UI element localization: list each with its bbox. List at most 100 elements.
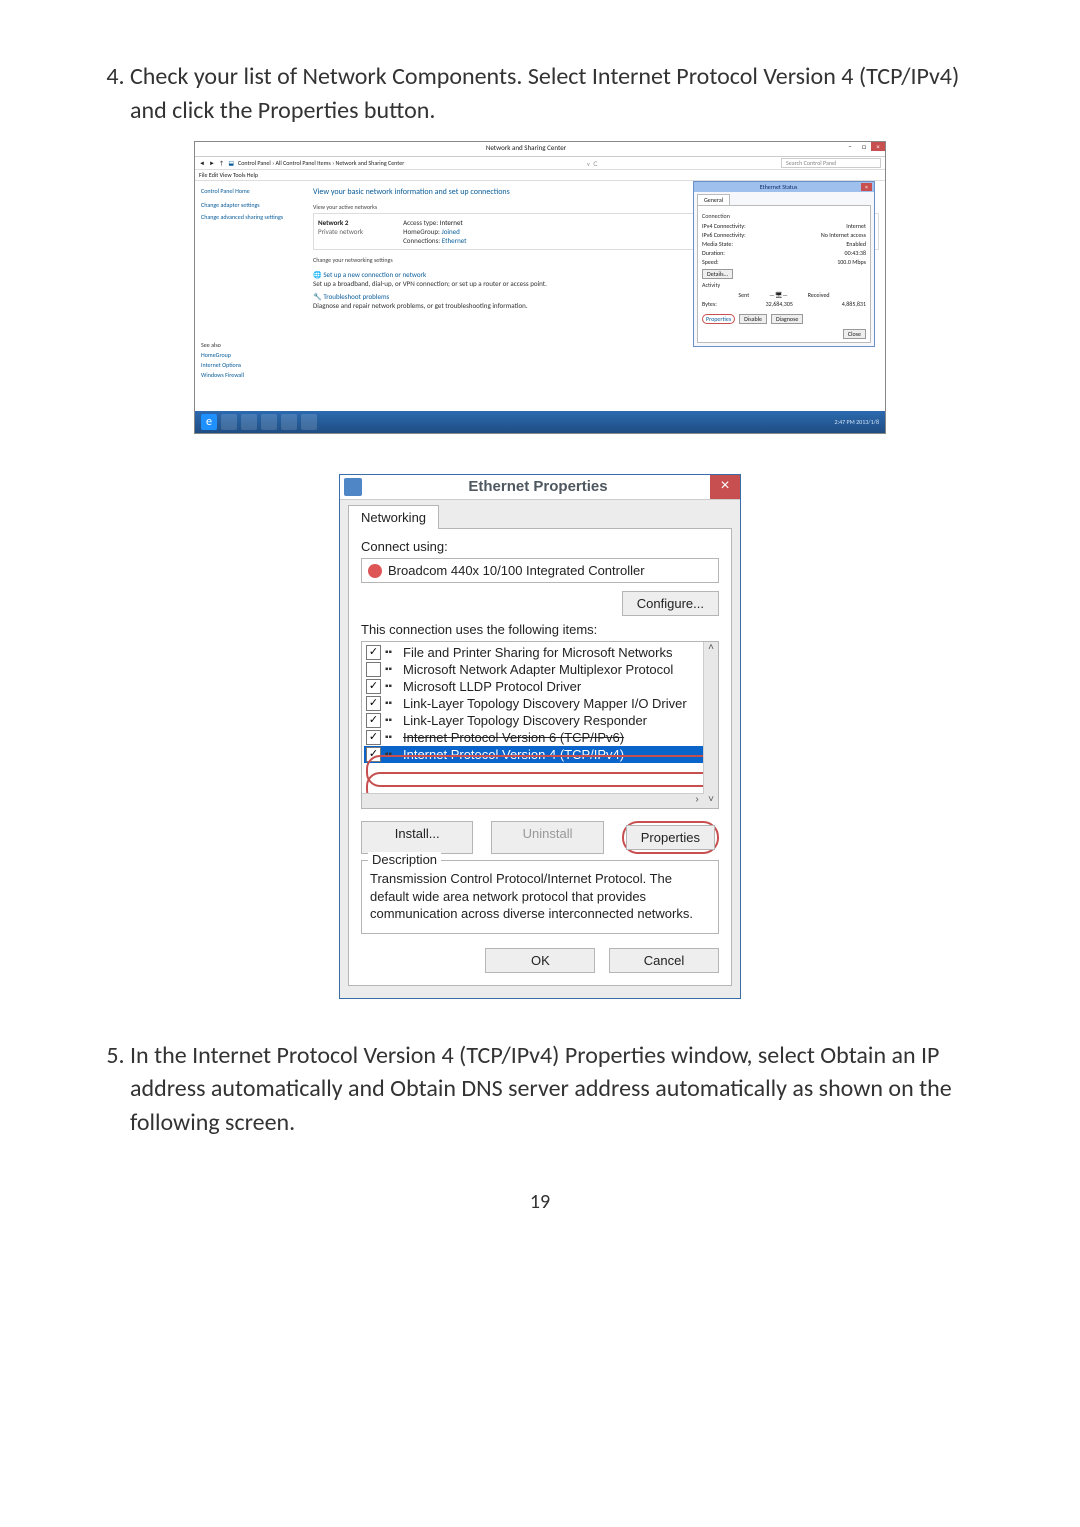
nav-fwd-icon[interactable]: ► xyxy=(209,159,215,167)
ethernet-status-dialog: Ethernet Status × General Connection IPv… xyxy=(693,181,875,347)
minimize-icon[interactable]: – xyxy=(843,142,857,151)
access-type-value: Internet xyxy=(440,218,463,227)
scrollbar-horizontal[interactable]: › xyxy=(362,793,704,808)
maximize-icon[interactable]: □ xyxy=(857,142,871,151)
sidebar-link[interactable]: Change advanced sharing settings xyxy=(201,213,301,221)
taskbar-item[interactable] xyxy=(281,414,297,430)
networking-tab[interactable]: Networking xyxy=(348,505,439,529)
scroll-up-icon[interactable]: ˄ xyxy=(704,642,718,656)
setup-connection-link[interactable]: Set up a new connection or network xyxy=(323,270,426,279)
taskbar-item[interactable] xyxy=(301,414,317,430)
see-also-link[interactable]: Windows Firewall xyxy=(201,371,301,379)
checkbox[interactable]: ✓ xyxy=(366,662,381,677)
close-icon[interactable]: × xyxy=(861,183,872,191)
properties-button[interactable]: Properties xyxy=(626,825,715,850)
troubleshoot-link[interactable]: Troubleshoot problems xyxy=(323,292,389,301)
window-controls[interactable]: –□× xyxy=(843,142,885,156)
list-item[interactable]: ✓▪▪Link-Layer Topology Discovery Mapper … xyxy=(364,695,716,712)
configure-button[interactable]: Configure... xyxy=(622,591,719,616)
troubleshoot-icon: 🔧 xyxy=(313,292,323,301)
list-item-label: Link-Layer Topology Discovery Responder xyxy=(403,713,647,728)
dialog-title: Ethernet Properties xyxy=(366,475,710,499)
ie-icon[interactable]: e xyxy=(201,414,217,430)
highlight-ring-properties: Properties xyxy=(622,821,719,854)
scroll-right-icon[interactable]: › xyxy=(690,794,704,805)
checkbox[interactable]: ✓ xyxy=(366,747,381,762)
status-row: Speed:100.0 Mbps xyxy=(702,258,866,266)
protocol-icon: ▪▪ xyxy=(385,715,399,726)
cancel-button[interactable]: Cancel xyxy=(609,948,719,973)
ok-button[interactable]: OK xyxy=(485,948,595,973)
taskbar-item[interactable] xyxy=(261,414,277,430)
list-item[interactable]: ✓▪▪File and Printer Sharing for Microsof… xyxy=(364,644,716,661)
sidebar: Control Panel Home Change adapter settin… xyxy=(195,181,307,411)
see-also-link[interactable]: HomeGroup xyxy=(201,351,301,359)
diagnose-button[interactable]: Diagnose xyxy=(771,314,803,324)
list-item[interactable]: ✓ ▪▪ Internet Protocol Version 6 (TCP/IPv6… xyxy=(364,729,716,746)
taskbar-item[interactable] xyxy=(241,414,257,430)
list-item[interactable]: ✓▪▪Internet Protocol Version 4 (TCP/IPv4… xyxy=(364,746,716,763)
adapter-icon xyxy=(368,564,382,578)
nav-back-icon[interactable]: ◄ xyxy=(199,159,205,167)
sidebar-link[interactable]: Change adapter settings xyxy=(201,201,301,209)
see-also-link[interactable]: Internet Options xyxy=(201,361,301,369)
activity-group-title: Activity xyxy=(702,281,866,289)
close-icon[interactable]: × xyxy=(710,475,740,499)
description-title: Description xyxy=(368,852,441,867)
sent-label: Sent xyxy=(738,291,749,299)
status-row: IPv4 Connectivity:Internet xyxy=(702,222,866,230)
taskbar-item[interactable] xyxy=(221,414,237,430)
list-item[interactable]: ✓▪▪Microsoft Network Adapter Multiplexor… xyxy=(364,661,716,678)
network-activity-icon: —🖥— xyxy=(769,291,787,299)
close-icon[interactable]: × xyxy=(871,142,885,151)
list-item-label: Internet Protocol Version 4 (TCP/IPv4) xyxy=(403,747,624,762)
description-text: Transmission Control Protocol/Internet P… xyxy=(362,870,718,933)
main-content: View your basic network information and … xyxy=(307,181,885,411)
bytes-label: Bytes: xyxy=(702,300,717,308)
properties-button[interactable]: Properties xyxy=(702,314,735,324)
status-row: Media State:Enabled xyxy=(702,240,866,248)
system-tray[interactable]: 2:47 PM 2013/1/8 xyxy=(834,418,879,426)
network-type: Private network xyxy=(318,227,363,236)
control-panel-home-link[interactable]: Control Panel Home xyxy=(201,187,301,195)
breadcrumb[interactable]: Control Panel › All Control Panel Items … xyxy=(238,159,404,167)
checkbox[interactable]: ✓ xyxy=(366,645,381,660)
menu-bar[interactable]: File Edit View Tools Help xyxy=(195,170,885,181)
ethernet-status-title: Ethernet Status xyxy=(696,183,861,191)
list-item[interactable]: ✓ ▪▪ Link-Layer Topology Discovery Respond… xyxy=(364,712,716,729)
checkbox[interactable]: ✓ xyxy=(366,679,381,694)
general-tab[interactable]: General xyxy=(697,194,730,205)
control-panel-window: Network and Sharing Center –□× ◄ ► ↑ ⬓ C… xyxy=(194,141,886,434)
status-row: IPv6 Connectivity:No Internet access xyxy=(702,231,866,239)
search-input[interactable]: Search Control Panel xyxy=(781,158,881,168)
received-label: Received xyxy=(808,291,830,299)
adapter-name: Broadcom 440x 10/100 Integrated Controll… xyxy=(388,563,645,578)
close-button[interactable]: Close xyxy=(843,329,866,339)
page-number: 19 xyxy=(90,1190,990,1214)
scrollbar-vertical[interactable]: ˄ ˅ xyxy=(703,642,718,808)
list-item-label: Microsoft Network Adapter Multiplexor Pr… xyxy=(403,662,673,677)
network-icon: 🌐 xyxy=(313,270,323,279)
titlebar: Network and Sharing Center –□× xyxy=(195,142,885,157)
adapter-field: Broadcom 440x 10/100 Integrated Controll… xyxy=(361,558,719,583)
install-button[interactable]: Install... xyxy=(361,821,473,854)
bytes-sent-value: 32,684,305 xyxy=(766,300,793,308)
list-item-label: Internet Protocol Version 6 (TCP/IPv6) xyxy=(403,730,624,745)
see-also-title: See also xyxy=(201,341,301,349)
bytes-received-value: 4,885,831 xyxy=(842,300,866,308)
details-button[interactable]: Details... xyxy=(702,269,733,279)
window-title: Network and Sharing Center xyxy=(209,142,843,156)
components-list[interactable]: ✓▪▪File and Printer Sharing for Microsof… xyxy=(361,641,719,809)
uninstall-button[interactable]: Uninstall xyxy=(491,821,603,854)
protocol-icon: ▪▪ xyxy=(385,732,399,743)
checkbox[interactable]: ✓ xyxy=(366,730,381,745)
network-name: Network 2 xyxy=(318,218,348,227)
checkbox[interactable]: ✓ xyxy=(366,713,381,728)
homegroup-value[interactable]: Joined xyxy=(441,227,459,236)
disable-button[interactable]: Disable xyxy=(739,314,767,324)
list-item[interactable]: ✓▪▪Microsoft LLDP Protocol Driver xyxy=(364,678,716,695)
taskbar[interactable]: e 2:47 PM 2013/1/8 xyxy=(195,411,885,433)
connections-value[interactable]: Ethernet xyxy=(442,236,467,245)
scroll-down-icon[interactable]: ˅ xyxy=(704,794,718,808)
checkbox[interactable]: ✓ xyxy=(366,696,381,711)
